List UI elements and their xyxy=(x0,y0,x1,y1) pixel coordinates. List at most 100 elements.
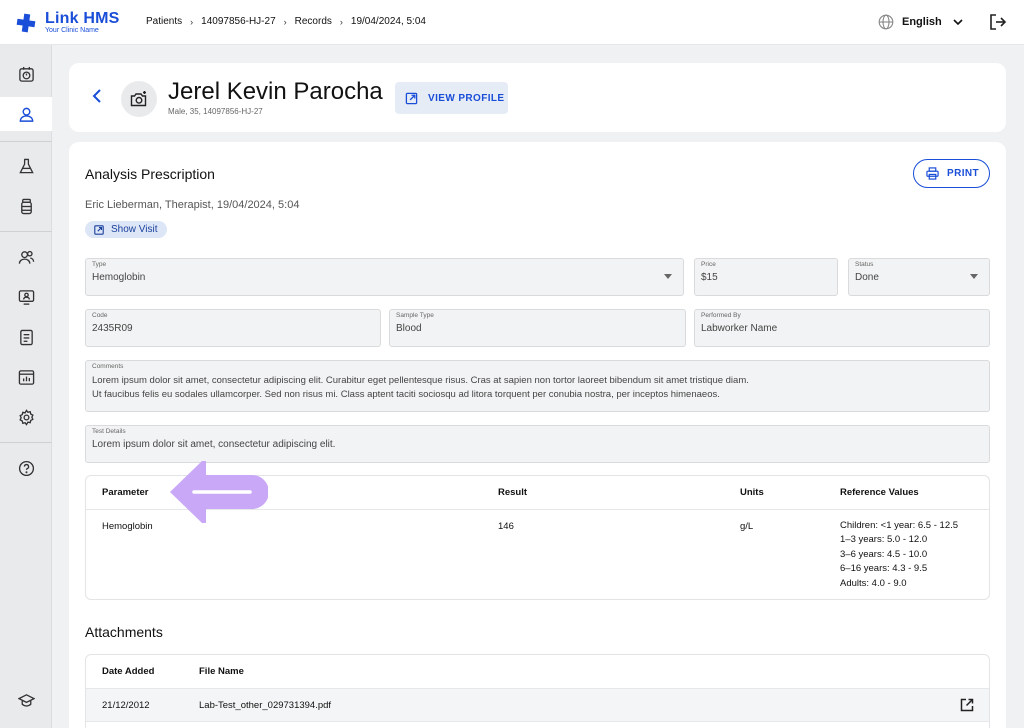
users-icon xyxy=(18,250,34,264)
dropdown-arrow-icon xyxy=(664,274,672,279)
print-button[interactable]: PRINT xyxy=(913,159,990,188)
type-select[interactable]: Type Hemoglobin xyxy=(85,258,684,296)
field-label: Price xyxy=(701,261,716,268)
field-value: Done xyxy=(855,272,879,283)
sidebar-item-settings[interactable] xyxy=(6,400,46,434)
sidebar-item-staff[interactable] xyxy=(6,240,46,274)
sidebar-item-learning[interactable] xyxy=(6,683,46,717)
patient-name: Jerel Kevin Parocha xyxy=(168,78,383,105)
field-label: Sample Type xyxy=(396,312,434,319)
sidebar-item-timer[interactable] xyxy=(6,57,46,91)
breadcrumb-records[interactable]: Records xyxy=(295,16,332,27)
field-value: Lorem ipsum dolor sit amet, consectetur … xyxy=(92,439,336,450)
code-field[interactable]: Code 2435R09 xyxy=(85,309,381,347)
status-select[interactable]: Status Done xyxy=(848,258,990,296)
language-label: English xyxy=(902,16,942,28)
comments-text: Lorem ipsum dolor sit amet, consectetur … xyxy=(92,374,749,402)
doctor-info: Eric Lieberman, Therapist, 19/04/2024, 5… xyxy=(85,199,300,211)
sample-type-field[interactable]: Sample Type Blood xyxy=(389,309,686,347)
globe-icon xyxy=(878,14,894,30)
column-header-date: Date Added xyxy=(102,666,155,677)
cell-file-name[interactable]: Lab-Test_other_029731394.pdf xyxy=(199,700,331,711)
sidebar-item-patients[interactable] xyxy=(0,97,52,131)
field-label: Test Details xyxy=(92,428,126,435)
open-external-icon[interactable] xyxy=(960,698,974,712)
column-header-result: Result xyxy=(498,487,528,498)
show-visit-label: Show Visit xyxy=(111,224,158,235)
chart-report-icon xyxy=(18,369,34,385)
external-link-icon xyxy=(405,92,418,104)
section-title: Analysis Prescription xyxy=(85,166,215,182)
price-field[interactable]: Price $15 xyxy=(694,258,838,296)
cell-result: 146 xyxy=(498,521,514,532)
view-profile-button[interactable]: VIEW PROFILE xyxy=(395,82,508,114)
attachments-table: Date Added File Name 21/12/2012 Lab-Test… xyxy=(85,654,990,728)
performed-by-field[interactable]: Performed By Labworker Name xyxy=(694,309,990,347)
table-row[interactable]: 21/12/2012 Lab-Test_other_029731394.pdf xyxy=(86,688,989,722)
reference-line: Adults: 4.0 - 9.0 xyxy=(840,577,907,589)
test-details-field[interactable]: Test Details Lorem ipsum dolor sit amet,… xyxy=(85,425,990,463)
field-label: Performed By xyxy=(701,312,741,319)
timer-icon xyxy=(18,66,34,82)
chevron-down-icon xyxy=(953,19,963,26)
column-header-file: File Name xyxy=(199,666,244,677)
dropdown-arrow-icon xyxy=(970,274,978,279)
column-header-parameter: Parameter xyxy=(102,487,149,498)
back-arrow-icon[interactable] xyxy=(89,87,107,105)
reference-line: 1–3 years: 5.0 - 12.0 xyxy=(840,534,928,546)
cell-parameter: Hemoglobin xyxy=(102,521,153,532)
field-value: 2435R09 xyxy=(92,323,133,334)
flask-icon xyxy=(18,158,34,173)
logout-icon[interactable] xyxy=(989,13,1007,31)
chevron-right-icon: › xyxy=(339,16,343,27)
prescription-card: Analysis Prescription Eric Lieberman, Th… xyxy=(69,142,1006,728)
column-header-reference: Reference Values xyxy=(840,487,919,498)
sidebar-divider xyxy=(0,231,52,232)
language-selector[interactable]: English xyxy=(878,14,964,30)
app-logo[interactable]: Link HMS Your Clinic Name xyxy=(14,9,134,37)
field-label: Code xyxy=(92,312,108,319)
field-label: Comments xyxy=(92,363,124,370)
reference-line: Children: <1 year: 6.5 - 12.5 xyxy=(840,520,959,531)
cell-units: g/L xyxy=(740,521,754,532)
field-value: Hemoglobin xyxy=(92,272,146,283)
patient-meta: Male, 35, 14097856-HJ-27 xyxy=(168,107,263,116)
breadcrumb: Patients › 14097856-HJ-27 › Records › 19… xyxy=(146,16,426,27)
settings-icon xyxy=(18,408,34,426)
column-header-units: Units xyxy=(740,487,764,498)
field-value: Blood xyxy=(396,323,422,334)
print-label: PRINT xyxy=(947,168,979,179)
camera-add-icon xyxy=(130,91,147,107)
show-visit-button[interactable]: Show Visit xyxy=(85,221,167,238)
breadcrumb-patient-id[interactable]: 14097856-HJ-27 xyxy=(201,16,276,27)
comments-field[interactable]: Comments Lorem ipsum dolor sit amet, con… xyxy=(85,360,990,412)
help-icon xyxy=(18,460,34,476)
sidebar-item-lab[interactable] xyxy=(6,149,46,183)
patient-header: Jerel Kevin Parocha Male, 35, 14097856-H… xyxy=(69,63,1006,132)
medicine-bottle-icon xyxy=(20,198,32,214)
clinic-name: Your Clinic Name xyxy=(45,27,99,34)
sidebar-item-reports[interactable] xyxy=(6,360,46,394)
comments-line: Lorem ipsum dolor sit amet, consectetur … xyxy=(92,375,749,386)
comments-line: Ut faucibus felis eu sodales ullamcorper… xyxy=(92,389,720,400)
breadcrumb-patients[interactable]: Patients xyxy=(146,16,182,27)
patient-photo-button[interactable] xyxy=(121,81,157,117)
printer-icon xyxy=(926,167,939,180)
annotation-arrow-icon xyxy=(170,461,268,523)
sidebar-item-records[interactable] xyxy=(6,320,46,354)
cell-reference-values: Children: <1 year: 6.5 - 12.5 1–3 years:… xyxy=(840,519,958,591)
field-value: $15 xyxy=(701,272,718,283)
cell-date: 21/12/2012 xyxy=(102,700,150,711)
sidebar-divider xyxy=(0,442,52,443)
sidebar-item-help[interactable] xyxy=(6,451,46,485)
chevron-right-icon: › xyxy=(283,16,287,27)
reference-line: 3–6 years: 4.5 - 10.0 xyxy=(840,548,928,560)
external-link-icon xyxy=(94,224,104,235)
app-name: Link HMS xyxy=(45,10,120,27)
top-bar: Link HMS Your Clinic Name Patients › 140… xyxy=(0,0,1024,45)
field-label: Type xyxy=(92,261,107,268)
view-profile-label: VIEW PROFILE xyxy=(428,92,505,104)
sidebar-item-pharmacy[interactable] xyxy=(6,189,46,223)
field-label: Status xyxy=(855,261,874,268)
sidebar-item-consultation[interactable] xyxy=(6,280,46,314)
